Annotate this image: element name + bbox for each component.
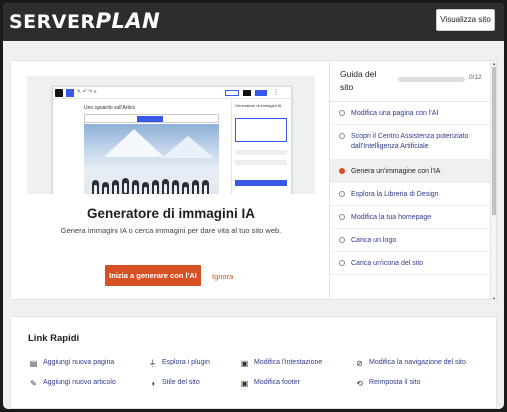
quick-link-edit-navigation[interactable]: ⊘ Modifica la navigazione del sito [355,359,466,368]
page-icon: ▤ [29,359,38,368]
feature-preview-image: ✎ ↶ ↷ ≡ ⋮ Uno sguardo sull'Artico Genera… [27,76,315,194]
quick-link-edit-footer[interactable]: ▣ Modifica footer [240,379,300,388]
site-guide-panel: Guida del sito 0/12 Modifica una pagina … [329,60,497,300]
quick-link-reset-site[interactable]: ⟲ Reimposta il sito [355,379,420,388]
start-generating-button[interactable]: Inizia a generare con l'AI [105,265,201,286]
reset-icon: ⟲ [356,379,363,388]
add-block-icon [66,89,74,97]
guide-header: Guida del sito 0/12 [330,61,490,102]
penguins-image [84,124,219,194]
quick-link-add-page[interactable]: ▤ Aggiungi nuova pagina [29,359,115,368]
more-icon: ⋮ [273,90,279,96]
guide-progress-count: 0/12 [469,74,482,81]
status-circle-icon [339,214,345,220]
status-circle-icon [339,133,345,139]
mockup-page-title: Uno sguardo sull'Artico [84,105,136,111]
guide-item-edit-page-ai[interactable]: Modifica una pagina con l'AI [330,102,490,125]
guide-item-upload-site-icon[interactable]: Carica un'icona del sito [330,252,490,275]
post-icon: ✎ [30,379,37,388]
quick-link-edit-header[interactable]: ▣ Modifica l'intestazione [240,359,323,368]
ignore-link[interactable]: Ignora [212,272,233,281]
quick-link-site-style[interactable]: ◑ Stile del sito [148,379,200,388]
guide-list: Modifica una pagina con l'AI Scopri il C… [330,102,490,275]
guide-progress-bar [398,77,465,82]
status-circle-icon [339,168,345,174]
feature-title: Generatore di immagini IA [86,206,256,221]
half-circle-icon: ◑ [150,379,155,388]
editor-mockup: ✎ ↶ ↷ ≡ ⋮ Uno sguardo sull'Artico Genera… [52,86,292,194]
wordpress-icon [55,89,63,97]
editor-tools-icon: ✎ ↶ ↷ ≡ [77,89,97,95]
guide-scrollbar[interactable]: ▲ ▼ [490,61,496,299]
view-site-button[interactable]: Visualizza sito [436,9,495,31]
status-circle-icon [339,191,345,197]
feature-card: ✎ ↶ ↷ ≡ ⋮ Uno sguardo sull'Artico Genera… [10,60,330,300]
mockup-side-panel: Generatore di immagini IA [231,100,291,194]
guide-title: Guida del sito [340,69,377,92]
scrollbar-thumb[interactable] [492,67,496,215]
status-circle-icon [339,237,345,243]
guide-item-design-library[interactable]: Esplora la Libreria di Design [330,183,490,206]
app-frame: SERVERPLAN Visualizza sito ✎ ↶ ↷ ≡ ⋮ Uno… [3,3,504,409]
guide-item-upload-logo[interactable]: Carica un logo [330,229,490,252]
quick-links-title: Link Rapidi [28,333,80,344]
serverplan-logo[interactable]: SERVERPLAN [9,9,160,33]
compass-icon: ⊘ [356,359,363,368]
top-bar: SERVERPLAN Visualizza sito [3,3,504,41]
status-circle-icon [339,260,345,266]
mockup-generate-button [235,180,287,186]
guide-item-generate-image[interactable]: Genera un'immagine con l'IA [330,160,490,183]
plug-icon: ⏚ [148,359,157,368]
guide-item-help-center[interactable]: Scopri il Centro Assistenza potenziato d… [330,125,490,160]
scroll-down-icon[interactable]: ▼ [491,296,496,299]
feature-description: Genera immagini IA o cerca immagini per … [60,226,282,235]
quick-link-add-post[interactable]: ✎ Aggiungi nuovo articolo [29,379,116,388]
header-layout-icon: ▣ [240,359,249,368]
guide-item-edit-homepage[interactable]: Modifica la tua homepage [330,206,490,229]
quick-link-explore-plugins[interactable]: ⏚ Esplora i plugin [148,359,210,368]
scroll-up-icon[interactable]: ▲ [491,61,496,66]
footer-layout-icon: ▣ [240,379,249,388]
quick-links-panel: Link Rapidi ▤ Aggiungi nuova pagina ⏚ Espl… [10,316,497,409]
status-circle-icon [339,110,345,116]
